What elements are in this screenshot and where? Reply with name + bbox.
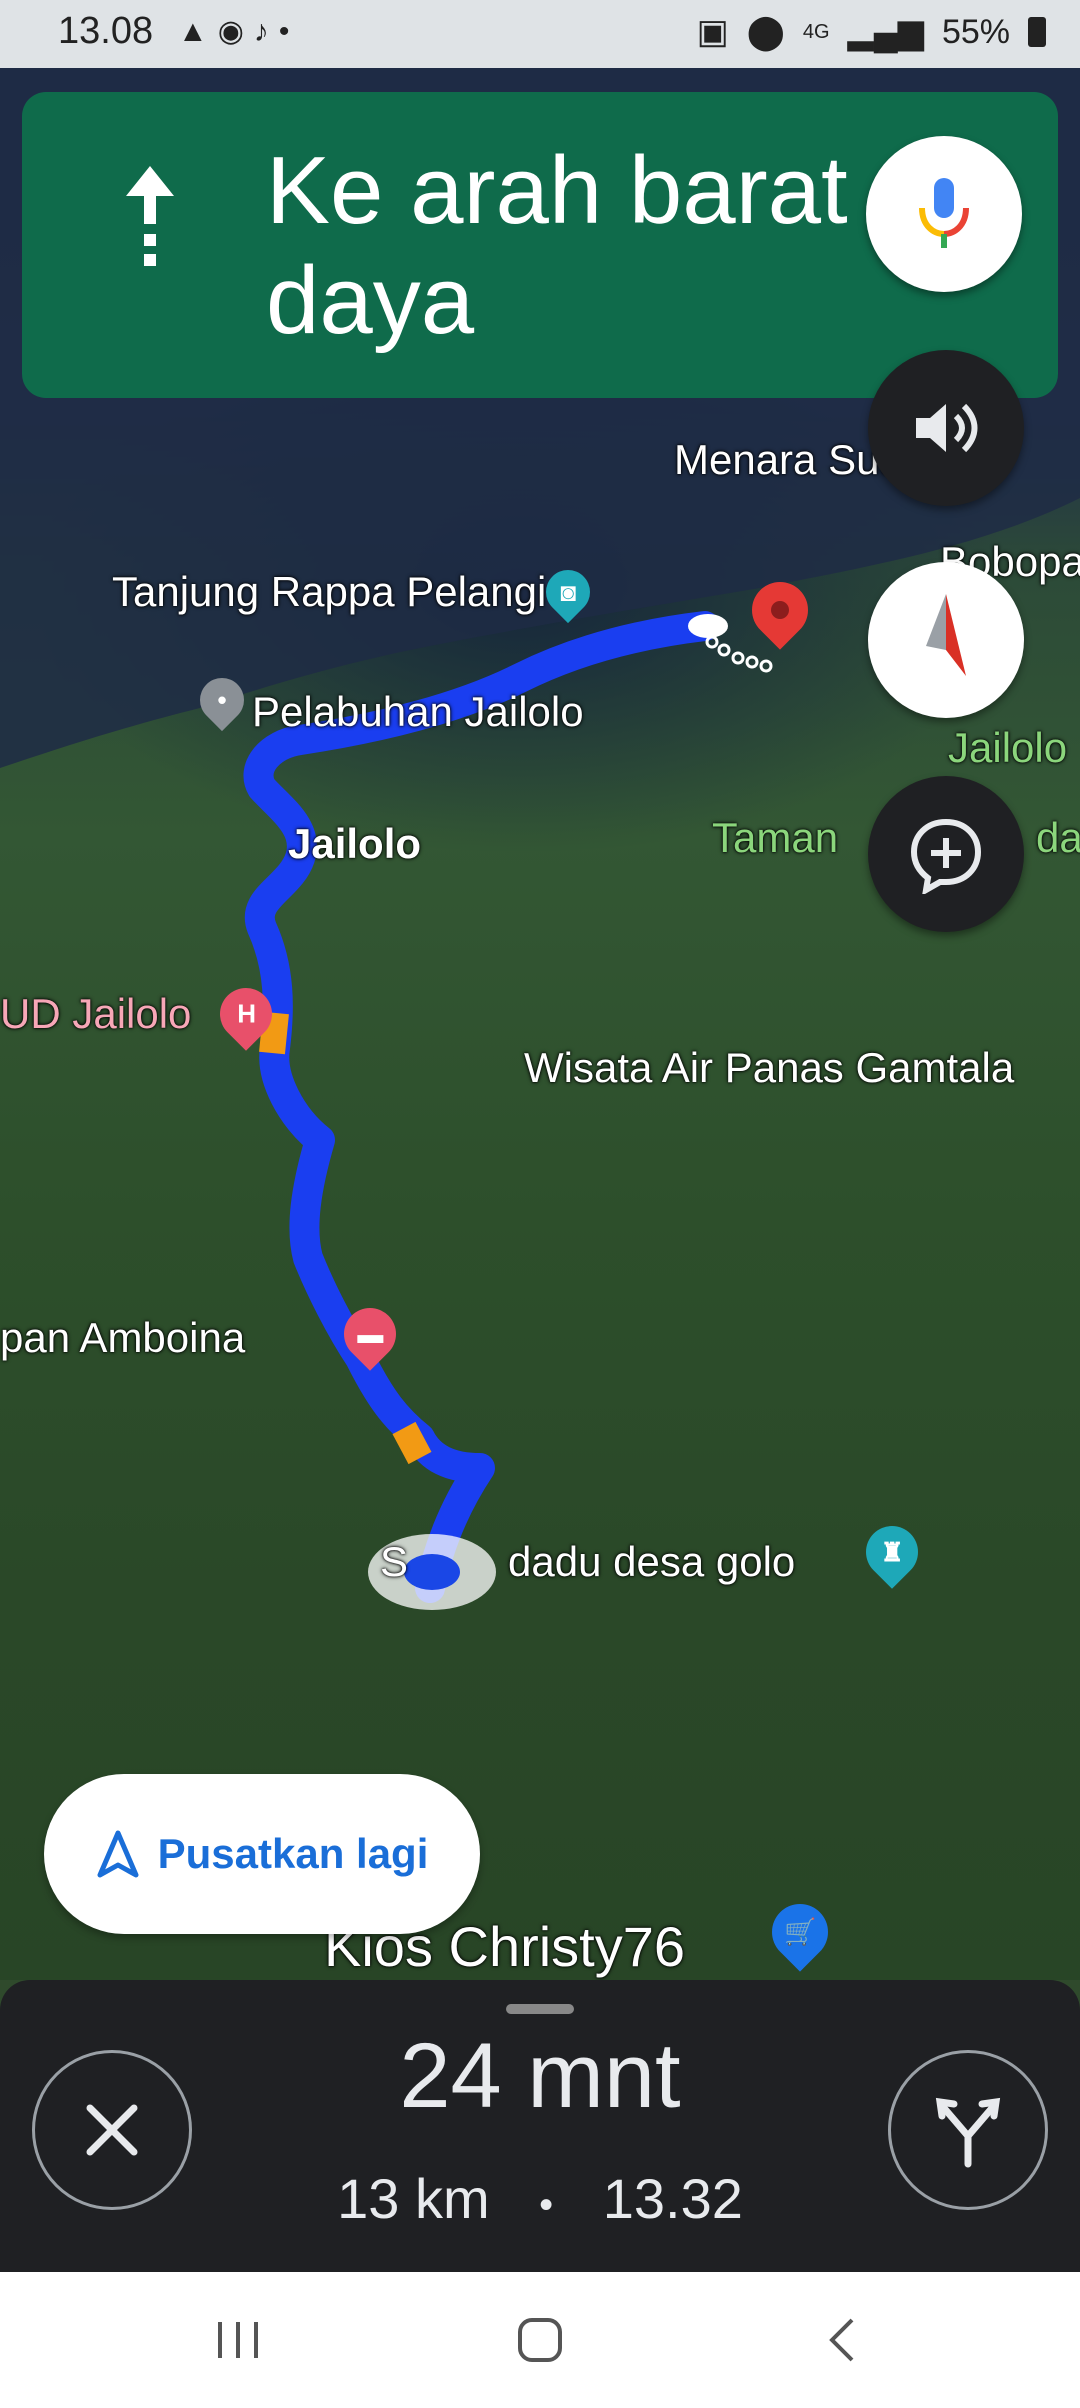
place-menara[interactable]: Menara Sua [674, 436, 903, 484]
arrival-time: 13.32 [602, 2167, 743, 2230]
network-type: 4G [802, 20, 830, 43]
camera-pin-icon[interactable]: ◙ [536, 560, 600, 624]
battery-percent: 55% [941, 12, 1010, 51]
home-icon[interactable] [516, 2316, 564, 2364]
voice-search-button[interactable] [866, 136, 1022, 292]
recent-apps-icon[interactable] [214, 2318, 262, 2362]
place-golo-prefix: S [380, 1538, 409, 1585]
google-mic-icon [919, 178, 969, 248]
status-time: 13.08 [58, 10, 154, 52]
straight-arrow-icon [122, 162, 178, 279]
place-amboina[interactable]: pan Amboina [0, 1314, 245, 1362]
signal-icon: ▂▄▆ [847, 13, 924, 51]
current-position-icon [404, 1554, 460, 1590]
trip-distance: 13 km [337, 2167, 490, 2230]
lock-icon: ▣ [696, 13, 729, 51]
shop-pin-icon[interactable]: 🛒 [760, 1892, 840, 1972]
separator-dot: • [539, 2183, 554, 2227]
recenter-button[interactable]: Pusatkan lagi [44, 1774, 480, 1934]
hotel-pin-icon[interactable]: ▬ [333, 1297, 407, 1371]
place-rsud[interactable]: UD Jailolo [0, 990, 191, 1038]
place-pin-icon[interactable]: • [190, 668, 254, 732]
destination-pin-icon[interactable] [740, 570, 820, 650]
walking-dots [705, 635, 773, 673]
hospital-pin-icon[interactable]: H [209, 977, 283, 1051]
place-tanjung[interactable]: Tanjung Rappa Pelangi [112, 568, 546, 616]
recenter-label: Pusatkan lagi [157, 1830, 429, 1877]
traffic-segment [392, 1421, 432, 1465]
battery-icon [1028, 17, 1046, 47]
tiktok-icon: ♪ [253, 15, 279, 48]
sound-button[interactable] [868, 350, 1024, 506]
compass-button[interactable] [868, 562, 1024, 718]
place-jailolo-town[interactable]: Jailolo [288, 820, 421, 868]
place-jailolo-green[interactable]: Jailolo [948, 724, 1067, 772]
status-notification-icons: ▲◉♪• [178, 14, 299, 49]
fork-route-icon [935, 2097, 1001, 2168]
volume-icon [916, 403, 978, 453]
close-icon [86, 2104, 138, 2156]
alternate-routes-button[interactable] [888, 2050, 1048, 2210]
system-nav-bar [0, 2272, 1080, 2408]
dot-icon: • [278, 15, 300, 48]
drag-handle[interactable] [506, 2004, 574, 2014]
status-bar: 13.08 ▲◉♪• ▣ ⬤ 4G ▂▄▆ 55% [0, 0, 1080, 68]
add-report-icon [910, 818, 982, 894]
back-icon[interactable] [824, 2316, 860, 2364]
location-icon: ⬤ [746, 13, 785, 51]
route-line [243, 611, 720, 1603]
compass-icon [926, 594, 966, 676]
place-golo[interactable]: dadu desa golo [508, 1538, 795, 1586]
traffic-segment [259, 1011, 289, 1055]
place-pelabuhan[interactable]: Pelabuhan Jailolo [252, 688, 584, 736]
app-icon: ◉ [217, 15, 254, 48]
place-wisata[interactable]: Wisata Air Panas Gamtala [524, 1044, 1014, 1092]
place-taman-suffix: dar [1036, 814, 1080, 861]
direction-text: Ke arah barat daya [266, 137, 848, 355]
exit-navigation-button[interactable] [32, 2050, 192, 2210]
destination-end-marker [688, 614, 728, 638]
attraction-pin-icon[interactable]: ♜ [855, 1515, 929, 1589]
report-button[interactable] [868, 776, 1024, 932]
place-taman[interactable]: Taman [712, 814, 838, 862]
status-system-icons: ▣ ⬤ 4G ▂▄▆ 55% [697, 12, 1046, 52]
navigation-arrow-icon [97, 1830, 139, 1878]
navigation-icon: ▲ [178, 15, 218, 48]
